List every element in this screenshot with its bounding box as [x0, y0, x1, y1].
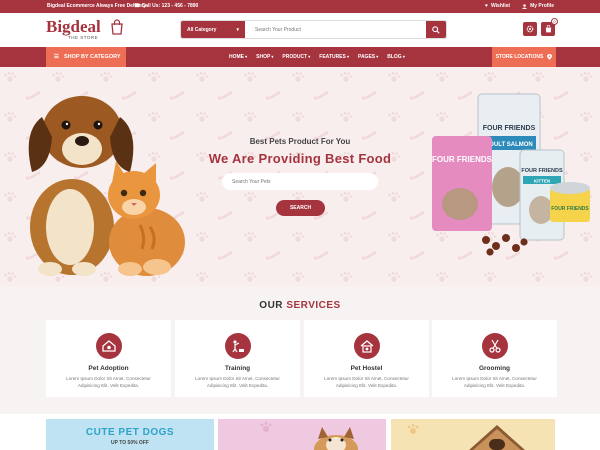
promo-banner-subtitle: UP TO 50% OFF	[111, 440, 149, 446]
service-card-adoption[interactable]: Pet Adoption Lorem Ipsum Dolor Sit Amet,…	[46, 320, 171, 397]
pink-bag-brand: FOUR FRIENDS	[432, 155, 493, 164]
adult-bag-flavor: ADULT SALMON	[485, 142, 533, 148]
logo-name: Bigdeal	[46, 17, 101, 36]
shop-by-category-label: SHOP BY CATEGORY	[63, 54, 121, 60]
hero-search-button[interactable]: SEARCH	[276, 200, 325, 216]
category-select-label: All Category	[187, 26, 217, 33]
phone-text: ☎ Call Us: 123 - 456 - 7890	[134, 3, 198, 9]
pet-food-products-image: FOUR FRIENDS ADULT SALMON FOUR FRIENDS F…	[432, 93, 590, 256]
phone-icon: ☎	[134, 3, 142, 9]
gear-icon	[526, 25, 534, 33]
nav-menu: HOME SHOP PRODUCT FEATURES PAGES BLOG	[229, 47, 405, 67]
puppy-image	[260, 422, 358, 450]
service-card-grooming[interactable]: Grooming Lorem Ipsum Dolor Sit Amet, Con…	[432, 320, 557, 397]
search-input[interactable]	[245, 21, 426, 38]
services-heading-b: SERVICES	[286, 300, 341, 311]
chevron-down-icon: ▾	[236, 26, 239, 33]
cart-button[interactable]: 0	[541, 18, 558, 36]
adult-bag-brand: FOUR FRIENDS	[483, 125, 536, 132]
wishlist-label: Wishlist	[490, 3, 511, 9]
logo-tagline: THE STORE	[68, 35, 99, 40]
category-select[interactable]: All Category ▾	[181, 21, 245, 38]
nav-item-features[interactable]: FEATURES	[319, 54, 349, 60]
shop-by-category-button[interactable]: ☰ SHOP BY CATEGORY	[46, 47, 126, 67]
service-title: Grooming	[478, 365, 511, 372]
promo-banner-puppy[interactable]	[218, 419, 386, 450]
grooming-scissors-icon	[481, 333, 508, 359]
training-icon	[224, 333, 251, 359]
nav-item-shop[interactable]: SHOP	[256, 54, 273, 60]
header: Bigdeal THE STORE All Category ▾ 0	[0, 13, 600, 47]
service-title: Pet Adoption	[88, 365, 129, 372]
top-bar: Bigdeal Ecommerce Always Free Delivery ☎…	[0, 0, 600, 13]
location-pin-icon	[547, 54, 553, 60]
adoption-icon	[95, 333, 122, 359]
service-description: Lorem Ipsum Dolor Sit Amet, Consectetur …	[195, 376, 280, 388]
cart-count-badge: 0	[551, 18, 558, 25]
service-description: Lorem Ipsum Dolor Sit Amet, Consectetur …	[66, 376, 151, 388]
kitten-bag-flavor: KITTEN	[534, 179, 550, 184]
service-description: Lorem Ipsum Dolor Sit Amet, Consectetur …	[324, 376, 409, 388]
promo-text: Bigdeal Ecommerce Always Free Delivery	[47, 3, 147, 9]
nav-item-product[interactable]: PRODUCT	[282, 54, 310, 60]
service-card-hostel[interactable]: Pet Hostel Lorem Ipsum Dolor Sit Amet, C…	[304, 320, 429, 397]
cart-bag-icon	[545, 25, 551, 33]
search-icon	[432, 25, 440, 34]
service-title: Pet Hostel	[350, 365, 383, 372]
wishlist-link[interactable]: ♥ Wishlist	[485, 3, 510, 9]
service-card-training[interactable]: Training Lorem Ipsum Dolor Sit Amet, Con…	[175, 320, 300, 397]
profile-label: My Profile	[530, 3, 554, 9]
pet-house-image	[407, 424, 525, 450]
profile-link[interactable]: My Profile	[522, 3, 554, 9]
pet-search-input[interactable]	[222, 173, 378, 190]
kitten-bag-brand: FOUR FRIENDS	[521, 168, 563, 174]
user-icon	[522, 3, 528, 9]
search-button[interactable]	[426, 21, 446, 38]
settings-button[interactable]	[523, 22, 537, 36]
service-title: Training	[224, 365, 251, 372]
main-nav: ☰ SHOP BY CATEGORY HOME SHOP PRODUCT FEA…	[0, 47, 600, 67]
service-description: Lorem Ipsum Dolor Sit Amet, Consectetur …	[452, 376, 537, 388]
can-brand: FOUR FRIENDS	[551, 206, 589, 212]
promo-banner-title: CUTE PET DOGS	[85, 427, 175, 438]
nav-item-home[interactable]: HOME	[229, 54, 247, 60]
nav-item-pages[interactable]: PAGES	[358, 54, 378, 60]
site-logo[interactable]: Bigdeal THE STORE	[46, 17, 123, 40]
services-section: OUR SERVICES Pet Adoption Lorem Ipsum Do…	[0, 287, 600, 414]
product-search: All Category ▾	[180, 20, 447, 39]
puppy-and-kitten-image	[28, 96, 185, 276]
promo-banner-dogs[interactable]: CUTE PET DOGS UP TO 50% OFF	[46, 419, 214, 450]
hero-banner: Best Pets Product For You We Are Providi…	[0, 67, 600, 287]
promo-banner-pet-house[interactable]	[391, 419, 555, 450]
services-heading: OUR SERVICES	[0, 300, 600, 311]
services-heading-a: OUR	[259, 300, 284, 311]
phone-number: Call Us: 123 - 456 - 7890	[141, 3, 199, 9]
shopping-bag-icon	[111, 19, 123, 35]
nav-item-blog[interactable]: BLOG	[387, 54, 405, 60]
store-locations-label: STORE LOCATIONS	[495, 54, 544, 60]
heart-icon: ♥	[485, 3, 488, 9]
menu-icon: ☰	[54, 54, 59, 60]
hostel-icon	[353, 333, 380, 359]
store-locations-button[interactable]: STORE LOCATIONS	[492, 47, 556, 67]
